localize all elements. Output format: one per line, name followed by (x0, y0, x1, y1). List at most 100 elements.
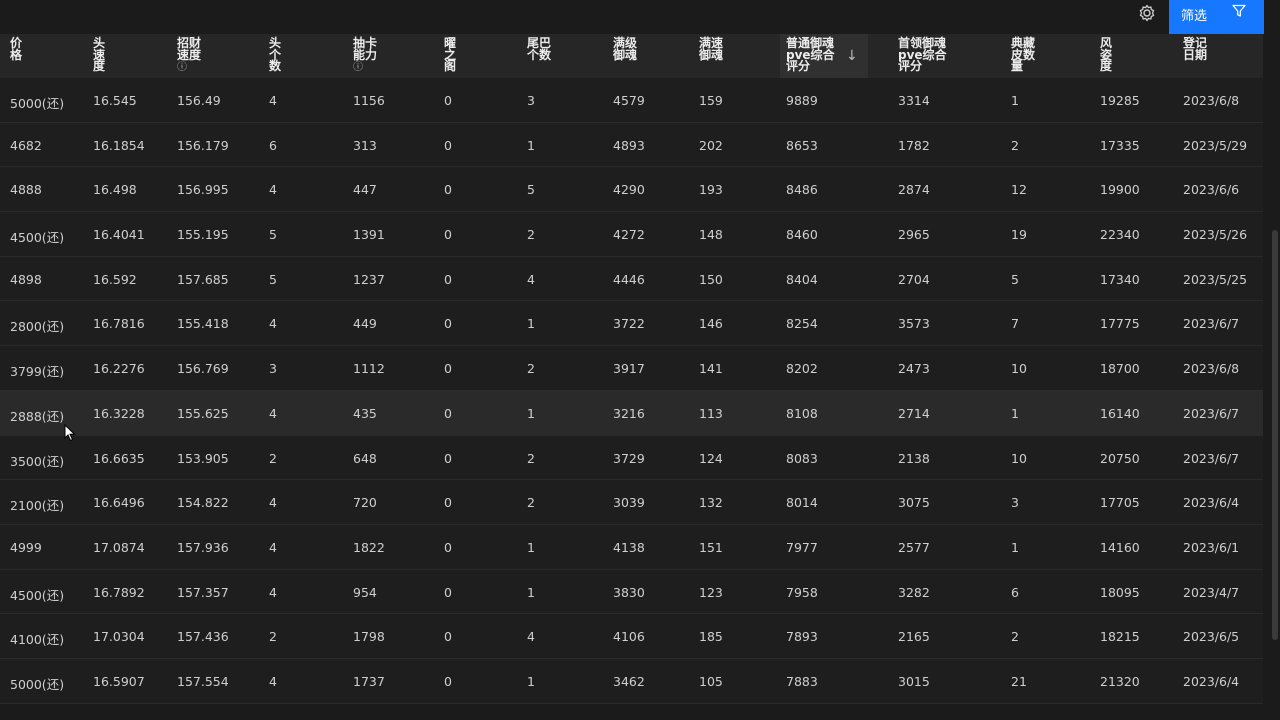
cell-pve_normal: 8486 (786, 182, 818, 198)
cell-pve_boss: 2874 (898, 182, 930, 198)
cell-pve_boss: 3282 (898, 584, 930, 600)
table-row[interactable]: 4500(还) 16.4041 155.195 5 1391 0 2 4272 148 8460 2… (0, 212, 1263, 257)
column-header-tails[interactable]: 尾巴 个数 (527, 37, 552, 62)
cell-head_speed: 16.1854 (93, 137, 145, 153)
table-row[interactable]: 3799(还) 16.2276 156.769 3 1112 0 2 3917 141 8202 2… (0, 346, 1263, 391)
column-header-label: 能力 (353, 47, 378, 62)
cell-skins: 10 (1011, 361, 1027, 377)
column-header-head_speed[interactable]: 头速度 (93, 37, 105, 73)
cell-head_speed: 16.2276 (93, 361, 145, 377)
cell-draw: 954 (353, 584, 377, 600)
column-header-pve_normal[interactable]: 普通御魂 pve综合 评分 (786, 37, 835, 73)
table-row[interactable]: 4999 17.0874 157.936 4 1822 0 1 4138 151 7977 2577… (0, 524, 1263, 570)
cell-pve_boss: 3015 (898, 673, 930, 689)
cell-draw: 447 (353, 182, 377, 198)
table-row[interactable]: 2100(还) 16.6496 154.822 4 720 0 2 3039 132 8014 30… (0, 480, 1263, 525)
table-row[interactable]: 5000(还) 16.545 156.49 4 1156 0 3 4579 159 9889 331… (0, 78, 1263, 123)
cell-max_speed: 124 (699, 450, 723, 466)
cell-yao: 0 (444, 137, 452, 153)
column-header-label: 个数 (527, 47, 552, 62)
vertical-scrollbar[interactable] (1272, 230, 1278, 640)
cell-max_speed: 202 (699, 137, 723, 153)
cell-skins: 2 (1011, 137, 1019, 153)
cell-head_speed: 16.592 (93, 271, 137, 287)
cell-recruit_speed: 154.822 (177, 495, 229, 511)
cell-max_level: 3729 (613, 450, 645, 466)
column-header-max_speed[interactable]: 满速 御魂 (699, 37, 724, 62)
cell-max_speed: 146 (699, 316, 723, 332)
cell-recruit_speed: 157.436 (177, 629, 229, 645)
info-icon[interactable]: ⓘ (177, 62, 201, 74)
cell-skins: 12 (1011, 182, 1027, 198)
results-table: ↓ 价格 头速度 招财 速度 ⓘ 头个数 抽卡 能力 ⓘ 曜之阁 尾巴 个数 满级 御魂 满速 御魂 普通御魂 p… (0, 34, 1263, 704)
sort-desc-arrow-icon[interactable]: ↓ (846, 48, 858, 64)
cell-heads: 4 (269, 316, 277, 332)
table-row[interactable]: 5000(还) 16.5907 157.554 4 1737 0 1 3462 105 7883 3… (0, 658, 1263, 704)
table-row[interactable]: 4888 16.498 156.995 4 447 0 5 4290 193 8486 2874 12… (0, 167, 1263, 213)
cell-price: 4500(还) (10, 587, 65, 603)
info-icon[interactable]: ⓘ (353, 62, 377, 74)
cell-pve_normal: 8460 (786, 227, 818, 243)
column-header-yao[interactable]: 曜之阁 (444, 37, 456, 73)
cell-pve_normal: 7893 (786, 629, 818, 645)
column-header-max_level[interactable]: 满级 御魂 (613, 37, 637, 61)
table-header: ↓ 价格 头速度 招财 速度 ⓘ 头个数 抽卡 能力 ⓘ 曜之阁 尾巴 个数 满级 御魂 满速 御魂 普通御魂 p… (0, 34, 1263, 78)
cell-heads: 2 (269, 629, 277, 645)
cell-yao: 0 (444, 495, 452, 511)
cell-yao: 0 (444, 361, 452, 377)
table-row[interactable]: 4682 16.1854 156.179 6 313 0 1 4893 202 8653 1782 2… (0, 122, 1263, 168)
cell-max_speed: 151 (699, 539, 723, 555)
column-header-heads[interactable]: 头个数 (269, 37, 281, 73)
column-header-pve_boss[interactable]: 首领御魂 pve综合 评分 (898, 37, 947, 73)
cell-max_speed: 141 (699, 361, 723, 377)
cell-yao: 0 (444, 539, 452, 555)
column-header-label: 量 (1011, 59, 1024, 73)
cell-heads: 4 (269, 584, 277, 600)
table-row[interactable]: 4898 16.592 157.685 5 1237 0 4 4446 150 8404 2704 5… (0, 256, 1263, 302)
cell-draw: 648 (353, 450, 377, 466)
column-header-label: 御魂 (699, 47, 724, 62)
cell-style: 22340 (1100, 227, 1140, 243)
cell-price: 4100(还) (10, 632, 65, 648)
column-header-price[interactable]: 价格 (10, 37, 22, 61)
cell-style: 21320 (1100, 673, 1140, 689)
cell-pve_boss: 2704 (898, 271, 930, 287)
column-header-date[interactable]: 登记 日期 (1183, 37, 1207, 61)
cell-max_level: 4579 (613, 93, 645, 108)
table-row[interactable]: 2800(还) 16.7816 155.418 4 449 0 1 3722 146 8254 35… (0, 301, 1263, 347)
cell-yao: 0 (444, 227, 452, 243)
column-header-draw[interactable]: 抽卡 能力 ⓘ (353, 37, 378, 74)
filter-button[interactable]: 筛选 (1169, 0, 1264, 34)
cell-head_speed: 16.3228 (93, 405, 145, 421)
cell-draw: 1737 (353, 673, 385, 689)
cell-max_level: 3039 (613, 495, 645, 511)
cell-max_speed: 148 (699, 227, 723, 243)
table-row[interactable]: 3500(还) 16.6635 153.905 2 648 0 2 3729 124 8083 21… (0, 435, 1263, 481)
cell-yao: 0 (444, 673, 452, 689)
cell-max_level: 3722 (613, 316, 645, 332)
cell-price: 4999 (10, 539, 42, 555)
cell-tails: 2 (527, 495, 535, 511)
cell-skins: 3 (1011, 495, 1019, 511)
table-row[interactable]: 4500(还) 16.7892 157.357 4 954 0 1 3830 123 7958 32… (0, 569, 1263, 615)
cell-pve_normal: 8014 (786, 495, 818, 511)
gear-icon[interactable] (1137, 3, 1157, 23)
cell-style: 18095 (1100, 584, 1140, 600)
column-header-recruit_speed[interactable]: 招财 速度 ⓘ (177, 37, 201, 74)
cell-max_level: 3917 (613, 361, 645, 377)
column-header-style[interactable]: 风姿度 (1100, 37, 1112, 73)
column-header-skins[interactable]: 典藏 皮数量 (1011, 37, 1035, 73)
table-row[interactable]: 4100(还) 17.0304 157.436 2 1798 0 4 4106 185 7893 2… (0, 614, 1263, 659)
cell-max_level: 4138 (613, 539, 645, 555)
cell-heads: 4 (269, 182, 277, 198)
cell-date: 2023/6/7 (1183, 405, 1240, 421)
cell-skins: 1 (1011, 539, 1019, 555)
column-header-label: 评分 (898, 59, 923, 73)
cell-tails: 4 (527, 271, 535, 287)
cell-max_level: 4893 (613, 137, 645, 153)
table-row[interactable]: 2888(还) 16.3228 155.625 4 435 0 1 3216 113 8108 27… (0, 390, 1263, 436)
cell-skins: 19 (1011, 227, 1027, 243)
cell-price: 2100(还) (10, 498, 65, 514)
cell-date: 2023/6/5 (1183, 629, 1240, 645)
cell-tails: 1 (527, 584, 535, 600)
